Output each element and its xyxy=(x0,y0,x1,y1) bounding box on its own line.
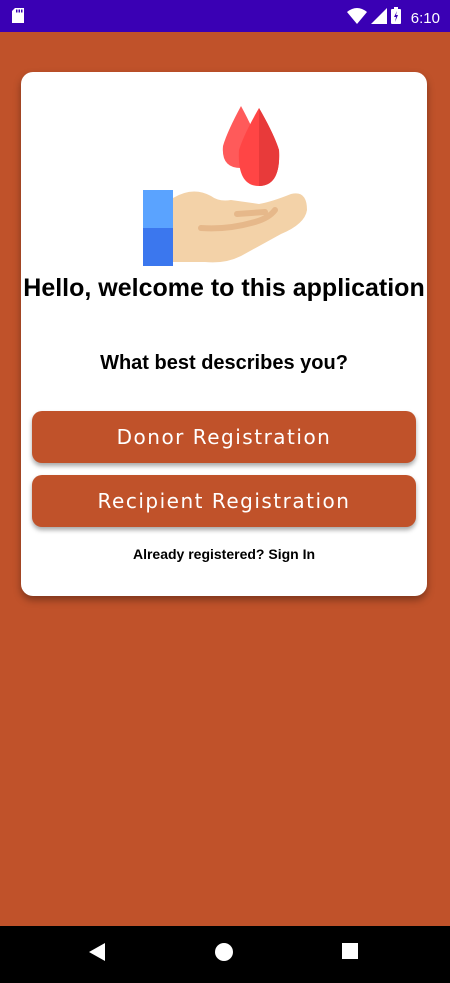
status-bar: 6:10 xyxy=(0,0,450,32)
status-time: 6:10 xyxy=(410,9,440,27)
welcome-card: Hello, welcome to this application What … xyxy=(21,72,427,596)
battery-icon xyxy=(390,7,401,29)
back-icon[interactable] xyxy=(87,942,107,967)
blood-donation-hand-icon xyxy=(141,106,331,268)
welcome-title: Hello, welcome to this application xyxy=(23,274,425,302)
recents-icon[interactable] xyxy=(341,942,359,965)
recipient-registration-button[interactable]: Recipient Registration xyxy=(32,475,416,527)
home-icon[interactable] xyxy=(214,942,234,967)
navigation-bar xyxy=(0,926,450,983)
wifi-icon xyxy=(346,7,367,29)
signal-icon xyxy=(370,7,387,29)
sd-card-icon xyxy=(12,8,24,28)
donor-registration-button[interactable]: Donor Registration xyxy=(32,411,416,463)
sign-in-link[interactable]: Already registered? Sign In xyxy=(21,546,427,562)
role-question: What best describes you? xyxy=(100,352,348,374)
